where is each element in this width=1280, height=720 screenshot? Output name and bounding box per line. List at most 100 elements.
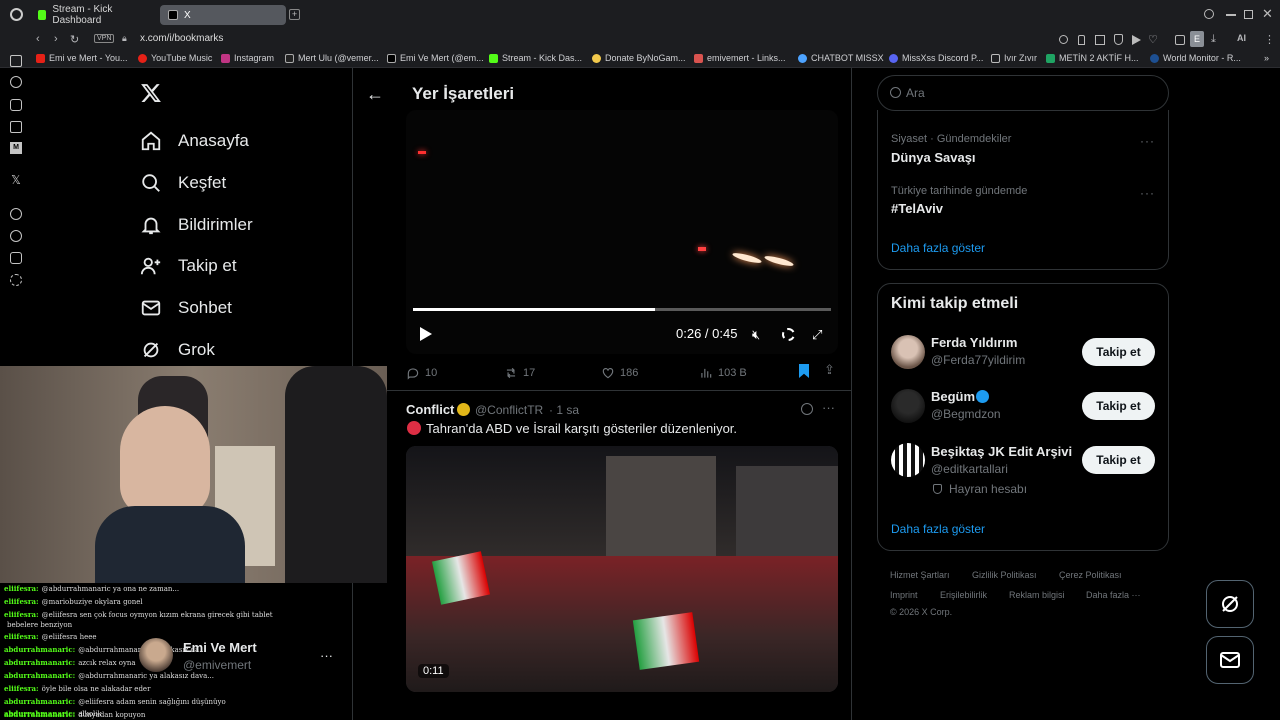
mute-icon[interactable]: 🔇︎ xyxy=(752,327,760,343)
sidebar-extensions-icon[interactable] xyxy=(10,252,22,264)
minimize-button[interactable] xyxy=(1226,14,1236,16)
reply-button[interactable]: 10 xyxy=(406,366,437,380)
nav-notifications[interactable]: Bildirimler xyxy=(140,214,253,236)
tweet-time[interactable]: · 1 sa xyxy=(549,403,579,417)
bookmark-item[interactable]: Mert Ulu (@vemer... xyxy=(285,53,379,63)
follow-button[interactable]: Takip et xyxy=(1082,446,1155,474)
address-bar[interactable]: x.com/i/bookmarks xyxy=(140,33,223,44)
footer-accessibility[interactable]: Erişilebilirlik xyxy=(940,590,987,600)
follow-button[interactable]: Takip et xyxy=(1082,338,1155,366)
close-window-button[interactable]: ✕ xyxy=(1262,6,1273,22)
sidebar-x-icon[interactable]: 𝕏 xyxy=(10,174,22,186)
footer-privacy[interactable]: Gizlilik Politikası xyxy=(972,570,1037,580)
extensions-icon[interactable] xyxy=(1175,35,1185,45)
nav-home[interactable]: Anasayfa xyxy=(140,130,249,152)
suggestion-handle[interactable]: @Ferda77yildirim xyxy=(931,353,1025,367)
bookmark-item[interactable]: Stream - Kick Das... xyxy=(489,53,582,63)
ai-button[interactable]: AI xyxy=(1237,33,1246,43)
bookmark-item[interactable]: Donate ByNoGam... xyxy=(592,53,686,63)
nav-chat[interactable]: Sohbet xyxy=(140,297,232,319)
bookmark-item[interactable]: emivemert - Links... xyxy=(694,53,786,63)
like-button[interactable]: 186 xyxy=(601,366,638,380)
grok-tweet-icon[interactable] xyxy=(801,403,813,415)
back-arrow-icon[interactable]: ← xyxy=(366,84,384,105)
account-handle[interactable]: @emivemert xyxy=(183,658,251,672)
trend-name[interactable]: Dünya Savaşı xyxy=(891,150,976,165)
sidebar-m-icon[interactable]: M xyxy=(10,142,22,154)
send-icon[interactable] xyxy=(1132,35,1141,45)
sidebar-gear-icon[interactable] xyxy=(10,274,22,286)
sidebar-flow-icon[interactable] xyxy=(10,99,22,111)
more-icon[interactable]: ··· xyxy=(1140,134,1155,148)
nav-follow[interactable]: Takip et xyxy=(140,255,237,277)
back-browser-button[interactable]: ‹ xyxy=(36,33,40,45)
bookmark-item[interactable]: World Monitor - R... xyxy=(1150,53,1241,63)
menu-icon[interactable]: ⋮ xyxy=(1264,33,1275,46)
reload-button[interactable]: ↻ xyxy=(70,33,79,46)
profile-avatar[interactable]: E xyxy=(1190,31,1204,47)
show-more-trends-link[interactable]: Daha fazla göster xyxy=(891,241,985,255)
nav-grok[interactable]: Grok xyxy=(140,339,215,361)
trend-name[interactable]: #TelAviv xyxy=(891,201,943,216)
sidebar-player-icon[interactable] xyxy=(10,121,22,133)
suggestion-name[interactable]: Begüm xyxy=(931,389,975,404)
account-name[interactable]: Emi Ve Mert xyxy=(183,640,257,655)
sidebar-ai-icon[interactable] xyxy=(10,76,22,88)
sidebar-workspace-icon[interactable] xyxy=(10,55,22,67)
bookmark-item[interactable]: Emi Ve Mert (@em... xyxy=(387,53,484,63)
bookmark-folder[interactable]: Ivır Zıvır xyxy=(991,53,1037,63)
messages-fab-button[interactable] xyxy=(1206,636,1254,684)
grok-fab-button[interactable] xyxy=(1206,580,1254,628)
suggestion-handle[interactable]: @editkartallari xyxy=(931,462,1008,476)
account-more-icon[interactable]: ··· xyxy=(320,648,333,663)
tweet-handle[interactable]: @ConflictTR xyxy=(475,403,543,417)
more-icon[interactable]: ··· xyxy=(1140,186,1155,200)
bookmark-item[interactable]: YouTube Music xyxy=(138,53,212,63)
video-progress-track[interactable] xyxy=(413,308,831,311)
sidebar-history-icon[interactable] xyxy=(10,230,22,242)
settings-icon[interactable] xyxy=(782,328,795,341)
views-button[interactable]: 103 B xyxy=(699,366,747,380)
footer-more[interactable]: Daha fazla ··· xyxy=(1086,590,1141,600)
suggestion-name[interactable]: Ferda Yıldırım xyxy=(931,335,1017,350)
follow-button[interactable]: Takip et xyxy=(1082,392,1155,420)
bookmark-item[interactable]: Instagram xyxy=(221,53,274,63)
snapshot-icon[interactable] xyxy=(1095,35,1105,45)
new-tab-button[interactable]: + xyxy=(289,9,300,20)
search-bar[interactable]: Ara xyxy=(877,75,1169,111)
vpn-badge[interactable]: VPN xyxy=(94,34,115,43)
suggestion-handle[interactable]: @Begmdzon xyxy=(931,407,1001,421)
account-avatar[interactable] xyxy=(139,638,173,672)
opera-icon[interactable] xyxy=(10,8,23,21)
download-icon[interactable]: ⤓ xyxy=(1211,33,1216,46)
footer-ads-info[interactable]: Reklam bilgisi xyxy=(1009,590,1065,600)
bookmark-item[interactable]: METİN 2 AKTİF H... xyxy=(1046,53,1139,63)
zoom-icon[interactable] xyxy=(1059,35,1068,44)
video-player[interactable]: 0:26 / 0:45 🔇︎ ⤢ xyxy=(406,110,838,354)
nav-explore[interactable]: Keşfet xyxy=(140,172,226,194)
bookmark-item[interactable]: CHATBOT MISSX xyxy=(798,53,884,63)
tab-kick-dashboard[interactable]: Stream - Kick Dashboard xyxy=(30,4,154,26)
shield-icon[interactable] xyxy=(1114,34,1123,45)
play-icon[interactable] xyxy=(420,327,432,341)
tweet-video[interactable]: 0:11 xyxy=(406,446,838,692)
more-icon[interactable]: ··· xyxy=(822,400,835,415)
footer-imprint[interactable]: Imprint xyxy=(890,590,918,600)
footer-cookies[interactable]: Çerez Politikası xyxy=(1059,570,1122,580)
tab-x[interactable]: X xyxy=(160,5,286,25)
share-icon[interactable]: ⇪ xyxy=(824,362,835,378)
tweet-author[interactable]: Conflict xyxy=(406,402,454,417)
forward-browser-button[interactable]: › xyxy=(54,33,58,45)
footer-terms[interactable]: Hizmet Şartları xyxy=(890,570,950,580)
show-more-follow-link[interactable]: Daha fazla göster xyxy=(891,522,985,536)
avatar[interactable] xyxy=(891,389,925,423)
maximize-button[interactable] xyxy=(1244,10,1253,19)
heart-icon[interactable]: ♡ xyxy=(1148,33,1158,46)
avatar[interactable] xyxy=(891,335,925,369)
x-logo[interactable] xyxy=(140,82,162,109)
fullscreen-icon[interactable]: ⤢ xyxy=(812,327,822,343)
pin-icon[interactable] xyxy=(1078,35,1085,45)
avatar[interactable] xyxy=(891,443,925,477)
suggestion-name[interactable]: Beşiktaş JK Edit Arşivi xyxy=(931,444,1072,459)
repost-button[interactable]: 17 xyxy=(504,366,535,380)
